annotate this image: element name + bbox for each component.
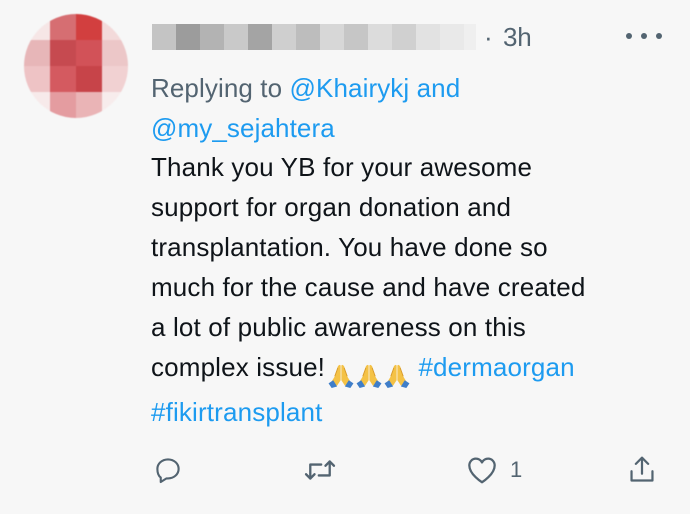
folded-hands-emoji: [356, 364, 382, 389]
share-icon: [630, 456, 654, 482]
tweet-text: Thank you YB for your awesome support fo…: [151, 147, 671, 432]
replying-to-label: Replying to: [151, 73, 283, 103]
tweet-text-line: support for organ donation and: [151, 192, 512, 222]
folded-hands-emoji: [384, 364, 410, 389]
replying-to: Replying to @Khairykj and @my_sejahtera: [151, 68, 671, 148]
hashtag-dermaorgan[interactable]: #dermaorgan: [418, 352, 574, 382]
avatar[interactable]: [24, 14, 128, 118]
tweet-text-line: a lot of public awareness on this: [151, 312, 526, 342]
emoji-group: [327, 352, 411, 392]
time-separator: ·: [484, 22, 493, 52]
tweet[interactable]: · 3h Replying to @Khairykj and @my_sejah…: [0, 0, 690, 514]
action-bar: 1: [0, 450, 690, 490]
retweet-button[interactable]: [303, 450, 337, 490]
reply-icon: [156, 458, 180, 484]
tweet-text-line: complex issue!: [151, 352, 326, 382]
reply-mention-joiner[interactable]: and: [417, 73, 461, 103]
tweet-text-line: Thank you YB for your awesome: [151, 152, 533, 182]
like-count: 1: [510, 457, 523, 482]
share-button[interactable]: [627, 450, 657, 490]
reply-mention-khairykj[interactable]: @Khairykj: [290, 73, 410, 103]
hashtag-fikirtransplant[interactable]: #fikirtransplant: [151, 397, 322, 427]
tweet-text-line: much for the cause and have created: [151, 272, 586, 302]
heart-icon: [468, 457, 496, 484]
folded-hands-emoji: [328, 364, 354, 389]
retweet-icon: [304, 460, 336, 480]
reply-button[interactable]: [153, 450, 183, 490]
tweet-text-line: transplantation. You have done so: [151, 232, 548, 262]
author-name-redacted[interactable]: [152, 24, 476, 50]
tweet-timestamp[interactable]: 3h: [503, 22, 532, 53]
reply-mention-my-sejahtera[interactable]: @my_sejahtera: [151, 113, 335, 143]
more-options-icon[interactable]: [626, 26, 662, 46]
like-button[interactable]: 1: [466, 450, 522, 490]
